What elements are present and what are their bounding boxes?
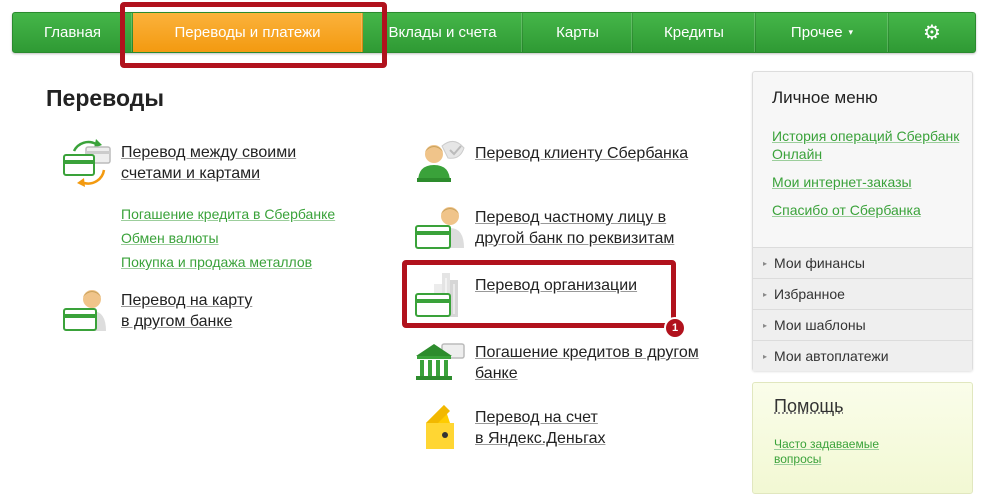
nav-tab-other[interactable]: Прочее ▾ — [756, 13, 889, 52]
settings-button[interactable]: ⚙ — [889, 13, 975, 52]
nav-tab-home[interactable]: Главная — [13, 13, 133, 52]
link-internet-orders[interactable]: Мои интернет-заказы — [772, 173, 967, 191]
transfer-organization-label[interactable]: Перевод организации — [475, 275, 637, 296]
menu-item-label: Мои финансы — [774, 255, 865, 271]
nav-tab-transfers-payments[interactable]: Переводы и платежи — [133, 13, 363, 52]
nav-tab-other-label: Прочее — [790, 24, 843, 41]
chevron-right-icon: ▸ — [763, 289, 768, 299]
menu-item-label: Мои шаблоны — [774, 317, 866, 333]
building-card-icon — [415, 273, 458, 317]
link-faq[interactable]: Часто задаваемые вопросы — [774, 437, 924, 467]
own-accounts-sublinks: Погашение кредита в Сбербанке Обмен валю… — [121, 202, 335, 274]
transfer-cards-icon — [63, 139, 111, 187]
menu-item-label: Избранное — [774, 286, 845, 302]
person-card-icon — [415, 207, 464, 249]
help-panel: Помощь Часто задаваемые вопросы — [752, 382, 973, 494]
link-buy-sell-metals[interactable]: Покупка и продажа металлов — [121, 250, 335, 274]
link-spasibo-sberbank[interactable]: Спасибо от Сбербанка — [772, 201, 967, 219]
transfer-sber-client[interactable]: Перевод клиенту Сбербанка — [414, 138, 704, 184]
nav-tab-cards[interactable]: Карты — [523, 13, 633, 52]
chevron-down-icon: ▾ — [848, 27, 854, 37]
transfer-own-accounts-label-line2[interactable]: счетами и картами — [121, 163, 260, 184]
menu-item-my-autopayments[interactable]: ▸ Мои автоплатежи — [753, 340, 972, 371]
repay-loan-other-bank-label-line1[interactable]: Погашение кредитов в другом — [475, 342, 699, 363]
personal-menu-list: ▸ Мои финансы ▸ Избранное ▸ Мои шаблоны … — [753, 247, 972, 371]
bank-icon — [416, 343, 465, 380]
menu-item-my-templates[interactable]: ▸ Мои шаблоны — [753, 309, 972, 340]
nav-tab-deposits-accounts[interactable]: Вклады и счета — [363, 13, 523, 52]
menu-item-favorites[interactable]: ▸ Избранное — [753, 278, 972, 309]
transfer-yandex-money-label-line2[interactable]: в Яндекс.Деньгах — [475, 428, 605, 449]
menu-item-my-finances[interactable]: ▸ Мои финансы — [753, 247, 972, 278]
personal-menu-panel: Личное меню История операций Сбербанк Он… — [752, 71, 973, 371]
step-badge: 1 — [664, 317, 686, 339]
personal-menu-links: История операций Сбербанк Онлайн Мои инт… — [772, 127, 967, 229]
main-nav: Главная Переводы и платежи Вклады и счет… — [12, 12, 976, 53]
gear-icon: ⚙ — [923, 21, 941, 44]
help-title[interactable]: Помощь — [774, 396, 844, 417]
repay-loan-other-bank-label-line2[interactable]: банке — [475, 363, 518, 384]
transfer-own-accounts-label-line1[interactable]: Перевод между своими — [121, 142, 296, 163]
person-card-icon — [63, 290, 106, 331]
personal-menu-title: Личное меню — [772, 88, 878, 107]
menu-item-label: Мои автоплатежи — [774, 348, 889, 364]
link-currency-exchange[interactable]: Обмен валюты — [121, 226, 335, 250]
person-icon — [417, 141, 465, 182]
yandex-wallet-icon — [426, 405, 454, 449]
chevron-right-icon: ▸ — [763, 320, 768, 330]
repay-loan-other-bank[interactable]: Погашение кредитов в другом банке — [414, 338, 714, 388]
chevron-right-icon: ▸ — [763, 258, 768, 268]
link-repay-sber-loan[interactable]: Погашение кредита в Сбербанке — [121, 202, 335, 226]
link-operations-history[interactable]: История операций Сбербанк Онлайн — [772, 127, 967, 163]
transfer-organization[interactable]: Перевод организации — [414, 270, 664, 320]
transfer-private-person-label-line2[interactable]: другой банк по реквизитам — [475, 228, 674, 249]
transfer-own-accounts[interactable]: Перевод между своими счетами и картами — [62, 137, 342, 193]
page-title: Переводы — [46, 85, 164, 111]
transfer-card-other-bank-label-line2[interactable]: в другом банке — [121, 311, 232, 332]
transfer-card-other-bank[interactable]: Перевод на карту в другом банке — [62, 285, 312, 335]
transfer-yandex-money-label-line1[interactable]: Перевод на счет — [475, 407, 598, 428]
transfer-yandex-money[interactable]: Перевод на счет в Яндекс.Деньгах — [414, 403, 674, 455]
transfer-private-person-label-line1[interactable]: Перевод частному лицу в — [475, 207, 666, 228]
transfer-sber-client-label[interactable]: Перевод клиенту Сбербанка — [475, 143, 688, 164]
chevron-right-icon: ▸ — [763, 351, 768, 361]
nav-tab-credits[interactable]: Кредиты — [633, 13, 756, 52]
transfer-private-person[interactable]: Перевод частному лицу в другой банк по р… — [414, 202, 704, 252]
transfer-card-other-bank-label-line1[interactable]: Перевод на карту — [121, 290, 252, 311]
